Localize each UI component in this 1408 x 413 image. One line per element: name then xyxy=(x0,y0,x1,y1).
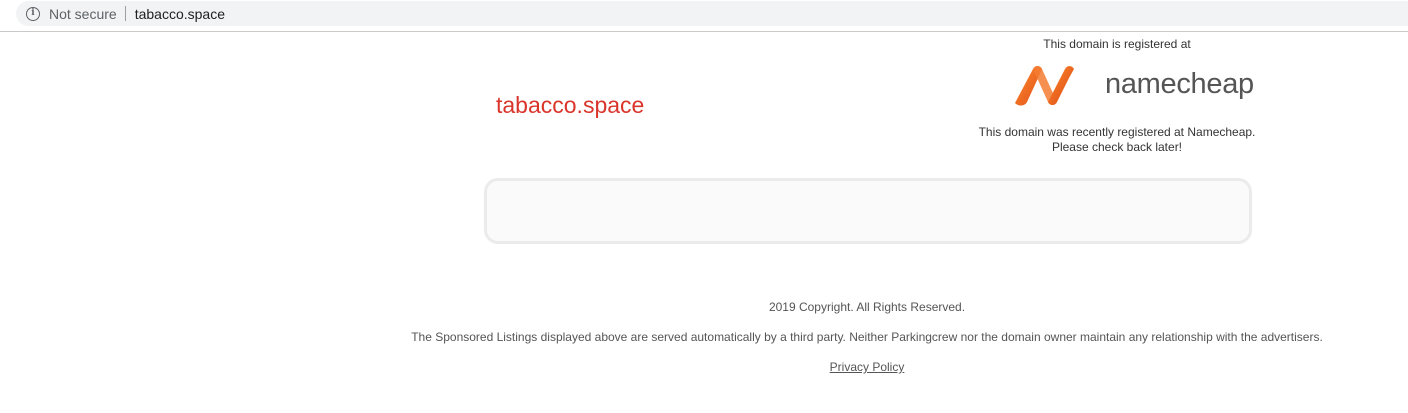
recent-line-2: Please check back later! xyxy=(1051,140,1183,154)
namecheap-logo-icon xyxy=(1015,66,1074,106)
parked-page: tabacco.space This domain is registered … xyxy=(0,32,1408,413)
disclaimer-text: The Sponsored Listings displayed above a… xyxy=(411,330,1323,344)
domain-title: tabacco.space xyxy=(496,92,645,118)
registered-at-label: This domain is registered at xyxy=(1043,37,1191,51)
browser-toolbar: i Not secure tabacco.space xyxy=(0,0,1408,32)
footer: 2019 Copyright. All Rights Reserved. The… xyxy=(409,300,1325,375)
address-divider xyxy=(124,6,126,21)
security-status[interactable]: Not secure xyxy=(49,6,117,22)
recent-registration-message: This domain was recently registered at N… xyxy=(967,125,1267,155)
url-text[interactable]: tabacco.space xyxy=(135,6,225,22)
address-bar[interactable]: i Not secure tabacco.space xyxy=(16,1,1408,26)
recent-line-1: This domain was recently registered at N… xyxy=(978,125,1256,139)
namecheap-logo[interactable]: namecheap xyxy=(997,62,1254,112)
copyright-text: 2019 Copyright. All Rights Reserved. xyxy=(768,300,966,314)
logo-wordmark: namecheap xyxy=(1105,68,1254,100)
sponsored-listings-box xyxy=(484,178,1252,244)
privacy-policy-link[interactable]: Privacy Policy xyxy=(830,360,905,374)
info-icon[interactable]: i xyxy=(26,6,40,21)
registrar-panel: This domain is registered at namecheap T… xyxy=(967,37,1267,155)
